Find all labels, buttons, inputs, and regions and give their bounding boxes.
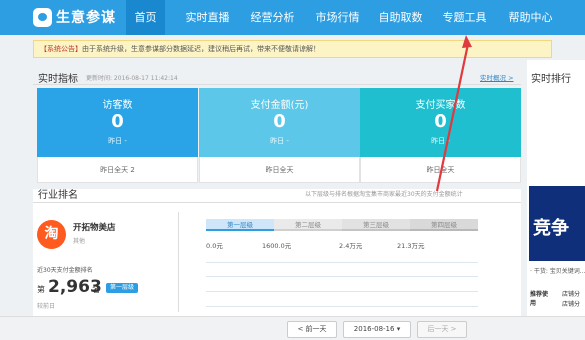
recommend-item[interactable]: 店铺分 bbox=[562, 299, 580, 308]
ad-banner[interactable]: 竞争 bbox=[529, 186, 585, 261]
payment-amount-card[interactable]: 支付金额(元) 0 昨日 - 昨日全天 bbox=[199, 88, 360, 183]
realtime-overview-link[interactable]: 实时概况 > bbox=[480, 72, 514, 82]
nav-home[interactable]: 首页 bbox=[126, 0, 165, 35]
shop-category: 其他 bbox=[73, 238, 86, 245]
realtime-ranking-title: 实时排行 bbox=[531, 74, 571, 85]
chart-gridline bbox=[206, 262, 478, 263]
tier-scale-2: 2.4万元 bbox=[339, 242, 363, 250]
chart-gridline bbox=[206, 306, 478, 307]
industry-panel bbox=[33, 189, 521, 317]
tier-2[interactable]: 第二层级 bbox=[274, 219, 342, 231]
compare-text: 较前日 bbox=[37, 303, 56, 310]
update-time: 更新时间: 2016-08-17 11:42:14 bbox=[86, 75, 178, 82]
card-label: 支付金额(元) bbox=[250, 100, 309, 111]
chart-gridline bbox=[206, 276, 478, 277]
nav-special-tools[interactable]: 专题工具 bbox=[437, 0, 492, 35]
ad-banner-text: 竞争 bbox=[533, 218, 569, 239]
notice-tag: 【系统公告】 bbox=[40, 45, 82, 53]
notice-text: 由于系统升级，生意参谋部分数据延迟，建议稍后再试，带来不便敬请谅解！ bbox=[82, 45, 320, 53]
next-day-button[interactable]: 后一天 > bbox=[417, 321, 467, 338]
nav-market[interactable]: 市场行情 bbox=[310, 0, 365, 35]
calendar-dropdown-icon: ▾ bbox=[396, 325, 401, 333]
visitors-card[interactable]: 访客数 0 昨日 - 昨日全天 2 bbox=[37, 88, 198, 183]
logo-icon bbox=[33, 7, 52, 27]
card-value: 0 bbox=[111, 111, 124, 132]
taobao-shop-icon: 淘 bbox=[37, 220, 66, 249]
tier-scale-0: 0.0元 bbox=[206, 242, 223, 250]
app-logo[interactable]: 生意参谋 bbox=[33, 7, 116, 27]
prev-day-button[interactable]: < 前一天 bbox=[287, 321, 337, 338]
nav-realtime[interactable]: 实时直播 bbox=[180, 0, 235, 35]
rank-suffix: 名 bbox=[92, 285, 100, 294]
industry-note: 以下层级与排名根据淘宝集市商家最近30天的支付金额统计 bbox=[305, 191, 463, 198]
shop-name: 开拓物美店 bbox=[73, 223, 116, 233]
date-picker[interactable]: 2016-08-16 ▾ bbox=[343, 321, 411, 338]
card-yesterday: 昨日 - bbox=[270, 137, 289, 145]
logo-text: 生意参谋 bbox=[56, 10, 116, 26]
card-foot: 昨日全天 2 bbox=[37, 157, 198, 183]
ad-sub-text[interactable]: · 干货: 宝贝关键词... bbox=[530, 266, 585, 275]
nav-help-center[interactable]: 帮助中心 bbox=[503, 0, 558, 35]
card-value: 0 bbox=[434, 111, 447, 132]
system-notice: 【系统公告】由于系统升级，生意参谋部分数据延迟，建议稍后再试，带来不便敬请谅解！ bbox=[33, 40, 552, 58]
chart-gridline bbox=[206, 291, 478, 292]
tier-4[interactable]: 第四层级 bbox=[410, 219, 478, 231]
panel-vertical-divider bbox=[178, 212, 179, 312]
recommend-item[interactable]: 店铺分 bbox=[562, 289, 580, 298]
tier-scale-1: 1600.0元 bbox=[262, 242, 292, 250]
card-foot: 昨日全天 bbox=[360, 157, 521, 183]
realtime-divider bbox=[33, 84, 521, 85]
rank-description: 近30天支付金额排名 bbox=[37, 267, 93, 274]
rank-prefix: 第 bbox=[37, 285, 45, 294]
card-foot: 昨日全天 bbox=[199, 157, 360, 183]
card-label: 支付买家数 bbox=[415, 100, 466, 111]
industry-divider bbox=[33, 202, 521, 203]
card-yesterday: 昨日 - bbox=[108, 137, 127, 145]
recommend-label: 推荐使用 bbox=[530, 291, 549, 307]
card-label: 访客数 bbox=[102, 100, 133, 111]
rank-tier-badge: 第一层级 bbox=[106, 283, 139, 293]
nav-self-service[interactable]: 自助取数 bbox=[373, 0, 428, 35]
industry-title: 行业排名 bbox=[38, 190, 78, 201]
realtime-title: 实时指标 bbox=[38, 74, 78, 85]
tier-scale-3: 21.3万元 bbox=[397, 242, 425, 250]
paying-buyers-card[interactable]: 支付买家数 0 昨日 - 昨日全天 bbox=[360, 88, 521, 183]
card-value: 0 bbox=[273, 111, 286, 132]
date-value: 2016-08-16 bbox=[353, 325, 395, 333]
nav-business-analysis[interactable]: 经营分析 bbox=[245, 0, 300, 35]
tier-1[interactable]: 第一层级 bbox=[206, 219, 274, 231]
card-yesterday: 昨日 - bbox=[431, 137, 450, 145]
tier-3[interactable]: 第三层级 bbox=[342, 219, 410, 231]
